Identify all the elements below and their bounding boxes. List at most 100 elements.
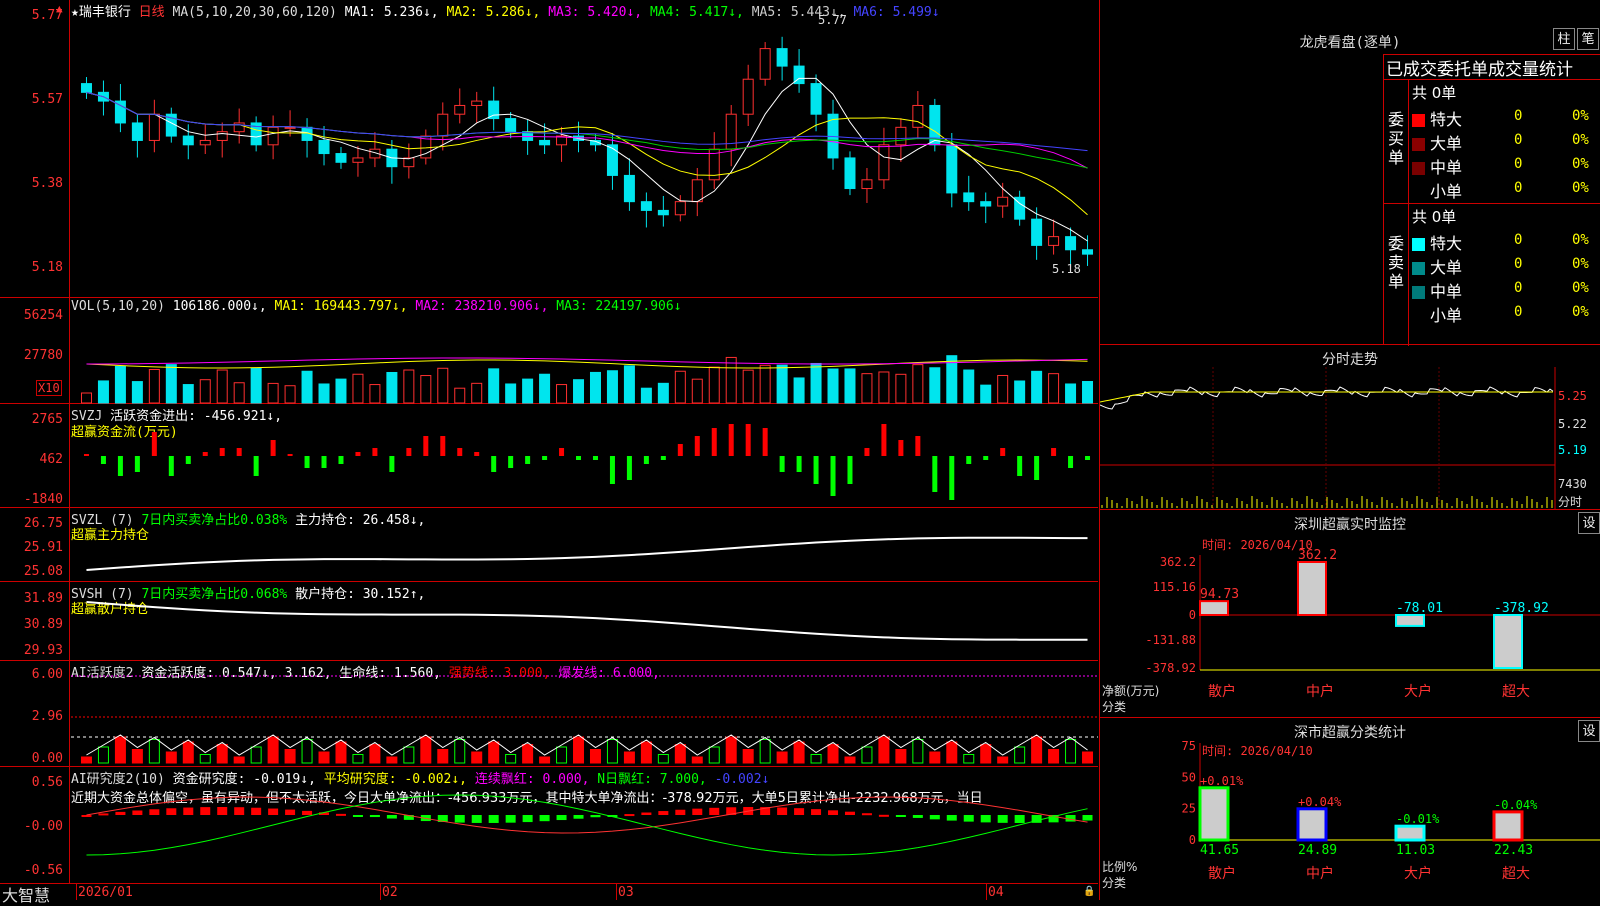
volume-bar xyxy=(301,370,313,404)
classify-change: +0.04% xyxy=(1298,795,1342,809)
research-bar xyxy=(692,808,703,815)
activity-bar xyxy=(352,754,364,764)
volume-bar xyxy=(522,378,534,404)
candle-body xyxy=(505,118,517,133)
x-label: 2026/01 xyxy=(78,885,133,900)
longhu-title: 龙虎看盘(逐单) xyxy=(1299,35,1401,51)
candle-body xyxy=(1082,249,1094,255)
volume-panel[interactable]: 56254 27780 X10 VOL(5,10,20) 106186.000↓… xyxy=(0,298,1098,404)
research-bar xyxy=(997,815,1008,823)
monitor-ylabel: 净额(万元) xyxy=(1102,684,1160,698)
volume-bar xyxy=(1031,370,1043,404)
monitor-category: 散户 xyxy=(1208,683,1236,700)
holding-line xyxy=(86,536,1088,571)
flow-bar xyxy=(949,456,955,500)
volume-bar xyxy=(556,384,568,404)
flow-bar xyxy=(355,452,361,456)
volume-bar xyxy=(539,373,551,404)
activity-bar xyxy=(267,736,279,764)
activity-bar xyxy=(522,744,534,764)
research-bar xyxy=(1014,815,1025,823)
volume-bar xyxy=(216,369,228,404)
candle-body xyxy=(844,157,856,190)
intraday-panel[interactable]: 分时走势 5.25 5.22 5.19 7430 分时 xyxy=(1099,345,1600,510)
activity-bar xyxy=(861,746,873,764)
research-bar xyxy=(946,815,957,821)
classify-change: -0.01% xyxy=(1396,812,1440,826)
candle-body xyxy=(454,104,466,115)
kline-panel[interactable]: 5.77 5.57 5.38 5.18 ▲ ★瑞丰银行 日线 MA(5,10,2… xyxy=(0,0,1098,298)
candle-body xyxy=(1031,218,1043,246)
candle-body xyxy=(623,174,635,203)
volume-bar xyxy=(1014,380,1026,404)
activity-bar xyxy=(318,751,330,764)
activity-bar xyxy=(878,736,890,764)
color-swatch xyxy=(1412,114,1425,127)
volume-bar xyxy=(335,378,347,404)
volume-bar xyxy=(861,373,873,404)
svsh-chart[interactable] xyxy=(0,582,1098,661)
tick-mode-button[interactable]: 笔 xyxy=(1577,28,1599,50)
lock-icon[interactable]: 🔒 xyxy=(1083,886,1095,897)
flow-bar xyxy=(406,448,412,456)
classify-xlabel: 分类 xyxy=(1102,876,1127,890)
svzj-panel[interactable]: 2765 462 -1840 SVZJ 活跃资金进出: -456.921↓, 超… xyxy=(0,404,1098,508)
flow-bar xyxy=(1017,456,1023,476)
ai-research-chart[interactable] xyxy=(0,767,1098,883)
activity-bar xyxy=(488,741,500,764)
order-percent: 0% xyxy=(1572,256,1589,272)
research-bar xyxy=(183,807,194,815)
brand-label: 大智慧 xyxy=(2,886,51,905)
activity-bar xyxy=(97,746,109,764)
activity-bar xyxy=(335,741,347,764)
activity-bar xyxy=(589,749,601,764)
ma-line xyxy=(86,77,1088,242)
svzj-chart[interactable] xyxy=(0,404,1098,508)
flow-bar xyxy=(677,444,683,456)
candlestick-chart[interactable] xyxy=(0,0,1098,298)
ai-research-panel[interactable]: 0.56 -0.00 -0.56 AI研究度2(10) 资金研究度: -0.01… xyxy=(0,767,1098,883)
classify-change: +0.01% xyxy=(1200,774,1244,788)
activity-bar xyxy=(1014,746,1026,764)
svzl-chart[interactable] xyxy=(0,508,1098,582)
ai-activity-panel[interactable]: 6.00 2.96 0.00 AI活跃度2 资金活跃度: 0.547↓, 3.1… xyxy=(0,661,1098,767)
activity-bar xyxy=(606,739,618,764)
intraday-chart[interactable] xyxy=(1100,345,1600,510)
classify-category: 中户 xyxy=(1306,865,1334,882)
volume-bar xyxy=(97,380,109,404)
bar-mode-button[interactable]: 柱 xyxy=(1553,28,1575,50)
order-count: 0 xyxy=(1514,256,1523,272)
volume-bar xyxy=(589,371,601,404)
classify-stats-panel[interactable]: 深市超赢分类统计 设 时间: 2026/04/10 75 50 25 0 +0.01% 4… xyxy=(1099,718,1600,900)
volume-bar xyxy=(895,373,907,404)
activity-bar xyxy=(640,741,652,764)
flow-bar xyxy=(1000,448,1006,456)
classify-ytick: 25 xyxy=(1182,802,1196,816)
monitor-ytick: 362.2 xyxy=(1160,555,1196,569)
volume-bar xyxy=(165,364,177,404)
activity-bar xyxy=(182,741,194,764)
volume-bar xyxy=(114,365,126,404)
research-bar xyxy=(149,809,160,815)
monitor-chart[interactable]: 362.2 115.16 0 -131.88 -378.92 94.73 散户 362.2 中户… xyxy=(1100,510,1600,718)
volume-bar xyxy=(844,368,856,404)
classify-chart[interactable]: 75 50 25 0 +0.01% 41.65 散户 +0.04% 24.89 中户 -0.01% 1… xyxy=(1100,718,1600,900)
flow-bar xyxy=(576,456,582,460)
activity-bar xyxy=(80,756,92,764)
ai-activity-chart[interactable] xyxy=(0,661,1098,767)
volume-chart[interactable] xyxy=(0,298,1098,404)
order-count: 0 xyxy=(1514,280,1523,296)
candle-body xyxy=(199,139,211,146)
activity-bar xyxy=(844,756,856,764)
flow-bar xyxy=(117,456,123,476)
activity-bar xyxy=(725,736,737,764)
research-bar xyxy=(573,815,584,819)
candle-body xyxy=(437,113,449,137)
svzl-panel[interactable]: 26.75 25.91 25.08 SVZL (7) 7日内买卖净占比0.038… xyxy=(0,508,1098,582)
activity-bar xyxy=(1048,749,1060,764)
volume-bar xyxy=(997,374,1009,404)
research-bar xyxy=(488,815,499,823)
svsh-panel[interactable]: 31.89 30.89 29.93 SVSH (7) 7日内买卖净占比0.068… xyxy=(0,582,1098,661)
research-bar xyxy=(471,815,482,823)
realtime-monitor-panel[interactable]: 深圳超赢实时监控 设 时间: 2026/04/10 362.2 115.16 0 -1… xyxy=(1099,510,1600,718)
